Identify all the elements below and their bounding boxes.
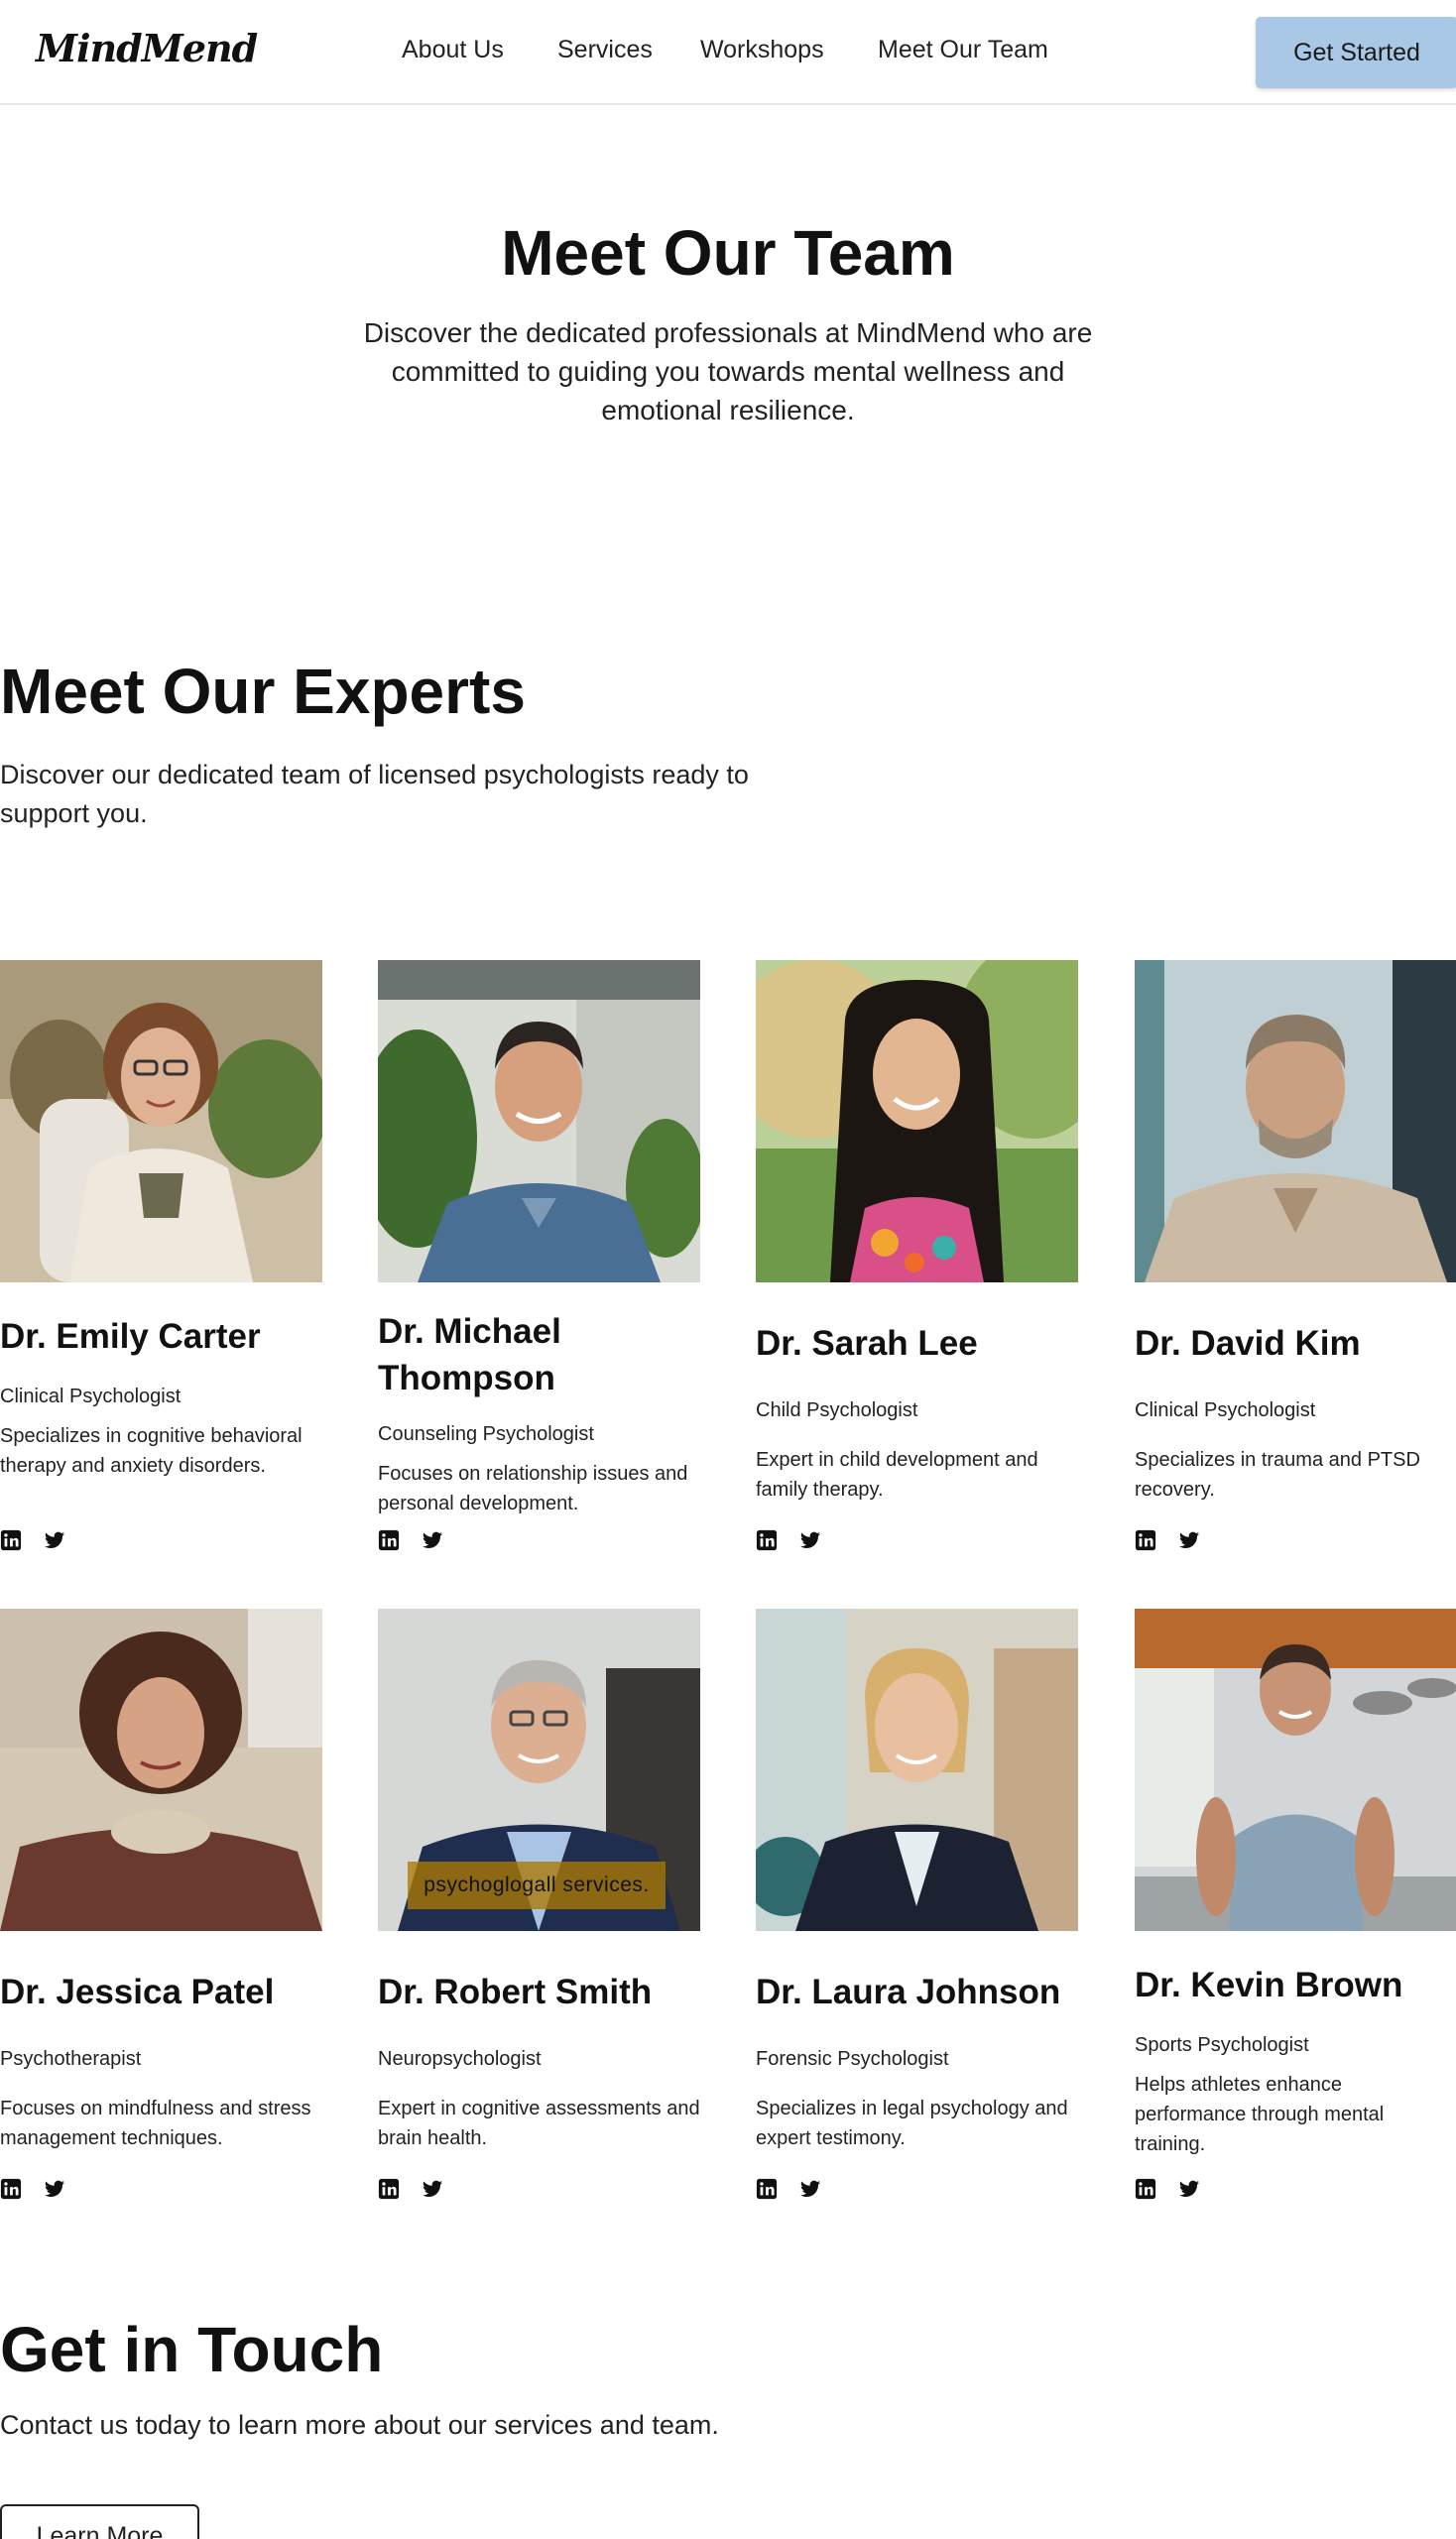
twitter-icon[interactable]	[799, 1529, 821, 1551]
member-name: Dr. Emily Carter	[0, 1317, 261, 1356]
member-description: Specializes in trauma and PTSD recovery.	[1135, 1449, 1420, 1501]
linkedin-icon[interactable]	[756, 1529, 778, 1551]
twitter-icon[interactable]	[1178, 1529, 1200, 1551]
linkedin-icon[interactable]	[378, 1529, 400, 1551]
twitter-icon[interactable]	[422, 1529, 443, 1551]
member-role: Sports Psychologist	[1135, 2034, 1309, 2056]
get-started-button[interactable]: Get Started	[1256, 17, 1456, 88]
member-name: Dr. Jessica Patel	[0, 1973, 275, 2011]
member-name: Dr. Robert Smith	[378, 1973, 653, 2011]
member-name: Dr. Laura Johnson	[756, 1973, 1061, 2011]
nav-about-us[interactable]: About Us	[402, 36, 504, 64]
twitter-icon[interactable]	[44, 1529, 65, 1551]
photo-caption: psychoglogall services.	[408, 1862, 666, 1909]
experts-heading: Meet Our Experts	[0, 656, 526, 727]
linkedin-icon[interactable]	[756, 2178, 778, 2200]
member-photo	[1135, 960, 1456, 1282]
member-photo	[1135, 1609, 1456, 1931]
member-description: Specializes in cognitive behavioral ther…	[0, 1425, 303, 1477]
nav-services[interactable]: Services	[557, 36, 653, 64]
linkedin-icon[interactable]	[0, 2178, 22, 2200]
linkedin-icon[interactable]	[1135, 2178, 1156, 2200]
member-role: Child Psychologist	[756, 1399, 918, 1421]
linkedin-icon[interactable]	[1135, 1529, 1156, 1551]
member-role: Psychotherapist	[0, 2048, 142, 2070]
member-description: Focuses on relationship issues and perso…	[378, 1463, 688, 1514]
linkedin-icon[interactable]	[0, 1529, 22, 1551]
member-role: Clinical Psychologist	[0, 1386, 182, 1407]
nav-workshops[interactable]: Workshops	[700, 36, 824, 64]
twitter-icon[interactable]	[422, 2178, 443, 2200]
learn-more-button[interactable]: Learn More	[0, 2504, 199, 2539]
contact-subtitle: Contact us today to learn more about our…	[0, 2410, 719, 2440]
member-photo	[756, 1609, 1078, 1931]
member-name: Dr. David Kim	[1135, 1324, 1361, 1363]
experts-subtitle: Discover our dedicated team of licensed …	[0, 760, 749, 828]
member-description: Expert in child development and family t…	[756, 1449, 1038, 1501]
member-photo	[0, 960, 322, 1282]
member-name: Dr. Michael Thompson	[378, 1312, 561, 1397]
member-description: Specializes in legal psychology and expe…	[756, 2098, 1068, 2149]
member-photo	[0, 1609, 322, 1931]
member-photo	[756, 960, 1078, 1282]
nav-meet-our-team[interactable]: Meet Our Team	[878, 36, 1048, 64]
member-role: Neuropsychologist	[378, 2048, 542, 2070]
page-title: Meet Our Team	[501, 217, 955, 289]
member-role: Counseling Psychologist	[378, 1423, 594, 1445]
member-photo	[378, 960, 700, 1282]
page-subtitle: Discover the dedicated professionals at …	[363, 317, 1093, 425]
member-role: Forensic Psychologist	[756, 2048, 949, 2070]
logo[interactable]: MindMend	[36, 26, 258, 70]
contact-heading: Get in Touch	[0, 2314, 384, 2385]
site-header: MindMend About Us Services Workshops Mee…	[0, 0, 1456, 105]
member-description: Expert in cognitive assessments and brai…	[378, 2098, 700, 2149]
twitter-icon[interactable]	[44, 2178, 65, 2200]
member-photo: psychoglogall services.	[378, 1609, 700, 1931]
twitter-icon[interactable]	[799, 2178, 821, 2200]
member-description: Focuses on mindfulness and stress manage…	[0, 2098, 311, 2149]
member-description: Helps athletes enhance performance throu…	[1135, 2074, 1385, 2155]
linkedin-icon[interactable]	[378, 2178, 400, 2200]
member-role: Clinical Psychologist	[1135, 1399, 1316, 1421]
member-name: Dr. Kevin Brown	[1135, 1966, 1403, 2004]
member-name: Dr. Sarah Lee	[756, 1324, 978, 1363]
twitter-icon[interactable]	[1178, 2178, 1200, 2200]
